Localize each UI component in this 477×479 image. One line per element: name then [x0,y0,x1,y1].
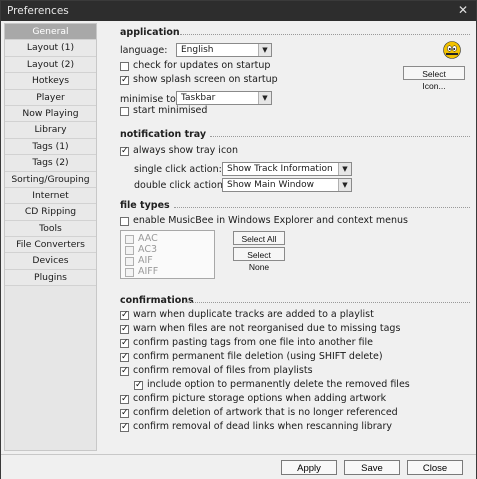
section-heading-file-types: file types [120,200,170,211]
tray-icon-label: always show tray icon [133,145,239,156]
check-updates-checkbox[interactable] [120,62,129,71]
select-all-button[interactable]: Select All [233,231,285,245]
chevron-down-icon: ▼ [338,163,351,175]
file-type-list[interactable]: AAC AC3 AIF AIFF [120,230,215,279]
minimise-label: minimise to: [120,94,179,105]
title-bar: Preferences ✕ [1,1,476,21]
section-heading-confirmations: confirmations [120,295,194,306]
section-heading-application: application [120,27,180,38]
sidebar-item-layout-1[interactable]: Layout (1) [5,40,96,57]
confirm-label: confirm pasting tags from one file into … [133,337,374,348]
sidebar-item-sorting-grouping[interactable]: Sorting/Grouping [5,171,96,188]
file-type-checkbox [125,257,134,266]
single-click-select[interactable]: Show Track Information ▼ [222,162,352,176]
sidebar-item-cd-ripping[interactable]: CD Ripping [5,204,96,221]
save-button[interactable]: Save [344,460,400,475]
confirm-label: warn when duplicate tracks are added to … [133,309,374,320]
dialog-footer: Apply Save Close [1,454,476,479]
confirm-checkbox[interactable]: ✓ [120,395,129,404]
sidebar-item-player[interactable]: Player [5,89,96,106]
sidebar-item-devices[interactable]: Devices [5,253,96,270]
chevron-down-icon: ▼ [258,92,271,104]
general-settings-panel: application language: English ▼ check fo… [98,23,475,451]
confirm-checkbox[interactable]: ✓ [120,311,129,320]
select-icon-button[interactable]: Select Icon... [403,66,465,91]
double-click-value: Show Main Window [227,180,314,190]
confirm-label: warn when files are not reorganised due … [133,323,401,334]
section-divider [174,207,470,208]
confirm-checkbox[interactable]: ✓ [120,367,129,376]
language-value: English [181,45,214,55]
single-click-label: single click action: [134,164,222,175]
sidebar-item-layout-2[interactable]: Layout (2) [5,56,96,74]
close-icon[interactable]: ✕ [456,3,470,17]
sidebar-item-plugins[interactable]: Plugins [5,269,96,287]
sidebar-item-hotkeys[interactable]: Hotkeys [5,73,96,90]
sidebar-item-tools[interactable]: Tools [5,220,96,238]
double-click-select[interactable]: Show Main Window ▼ [222,178,352,192]
file-type-label: AC3 [138,244,158,255]
confirm-label: confirm removal of dead links when resca… [133,421,392,432]
minimise-value: Taskbar [181,93,216,103]
confirm-checkbox[interactable]: ✓ [120,325,129,334]
section-divider [210,136,470,137]
musicbee-logo-icon[interactable] [443,41,461,59]
check-updates-label: check for updates on startup [133,60,271,71]
start-minimised-checkbox[interactable] [120,107,129,116]
confirm-label: confirm permanent file deletion (using S… [133,351,383,362]
close-button[interactable]: Close [407,460,463,475]
section-divider [180,34,470,35]
single-click-value: Show Track Information [227,164,333,174]
confirm-checkbox[interactable]: ✓ [120,409,129,418]
file-type-label: AIF [138,255,153,266]
sidebar-item-general[interactable]: General [5,24,96,41]
file-type-checkbox [125,268,134,277]
chevron-down-icon: ▼ [338,179,351,191]
file-type-label: AAC [138,233,158,244]
confirm-checkbox[interactable]: ✓ [120,423,129,432]
language-select[interactable]: English ▼ [176,43,272,57]
file-type-label: AIFF [138,266,159,277]
confirm-label: confirm removal of files from playlists [133,365,313,376]
chevron-down-icon: ▼ [258,44,271,56]
confirm-checkbox[interactable]: ✓ [120,339,129,348]
sidebar-item-now-playing[interactable]: Now Playing [5,105,96,123]
section-heading-notification-tray: notification tray [120,129,207,140]
preferences-window: Preferences ✕ General Layout (1) Layout … [0,0,477,479]
sidebar-item-library[interactable]: Library [5,122,96,139]
file-type-checkbox [125,235,134,244]
confirm-checkbox[interactable]: ✓ [120,353,129,362]
explorer-integration-label: enable MusicBee in Windows Explorer and … [133,215,408,226]
start-minimised-label: start minimised [133,105,208,116]
sidebar: General Layout (1) Layout (2) Hotkeys Pl… [4,23,97,451]
splash-screen-checkbox[interactable]: ✓ [120,76,129,85]
confirm-checkbox[interactable]: ✓ [134,381,143,390]
minimise-select[interactable]: Taskbar ▼ [176,91,272,105]
sidebar-item-tags-2[interactable]: Tags (2) [5,155,96,172]
sidebar-item-internet[interactable]: Internet [5,187,96,205]
double-click-label: double click action: [134,180,227,191]
select-none-button[interactable]: Select None [233,247,285,272]
confirm-label: confirm deletion of artwork that is no l… [133,407,398,418]
explorer-integration-checkbox[interactable] [120,217,129,226]
window-title: Preferences [7,5,69,17]
confirm-label: include option to permanently delete the… [147,379,410,390]
sidebar-item-tags-1[interactable]: Tags (1) [5,138,96,156]
tray-icon-checkbox[interactable]: ✓ [120,147,129,156]
confirm-label: confirm picture storage options when add… [133,393,387,404]
apply-button[interactable]: Apply [281,460,337,475]
section-divider [186,302,470,303]
splash-screen-label: show splash screen on startup [133,74,278,85]
file-type-checkbox [125,246,134,255]
language-label: language: [120,45,168,56]
sidebar-item-file-converters[interactable]: File Converters [5,237,96,254]
